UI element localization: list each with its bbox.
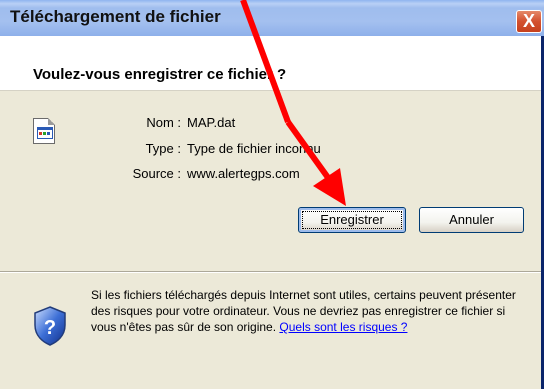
title-bar[interactable]: Téléchargement de fichier X bbox=[0, 0, 544, 36]
source-value: www.alertegps.com bbox=[187, 166, 300, 181]
name-value: MAP.dat bbox=[187, 115, 236, 130]
close-button[interactable]: X bbox=[516, 10, 542, 33]
warning-message: Si les fichiers téléchargés depuis Inter… bbox=[91, 287, 533, 335]
close-icon: X bbox=[522, 11, 535, 31]
cancel-button[interactable]: Annuler bbox=[419, 207, 524, 233]
type-value: Type de fichier inconnu bbox=[187, 141, 321, 156]
file-download-dialog: Téléchargement de fichier X Voulez-vous … bbox=[0, 0, 544, 389]
source-label: Source : bbox=[132, 166, 181, 181]
shield-question-icon: ? bbox=[34, 306, 66, 346]
save-button[interactable]: Enregistrer bbox=[298, 207, 406, 233]
svg-text:?: ? bbox=[44, 317, 56, 339]
file-icon bbox=[33, 118, 55, 144]
risks-link[interactable]: Quels sont les risques ? bbox=[279, 320, 407, 334]
file-icon-window bbox=[37, 127, 53, 139]
type-label: Type : bbox=[145, 141, 181, 156]
window-title: Téléchargement de fichier bbox=[10, 7, 221, 26]
dialog-question: Voulez-vous enregistrer ce fichier ? bbox=[33, 66, 287, 83]
file-icon-fold bbox=[48, 118, 55, 125]
name-label: Nom : bbox=[146, 115, 181, 130]
